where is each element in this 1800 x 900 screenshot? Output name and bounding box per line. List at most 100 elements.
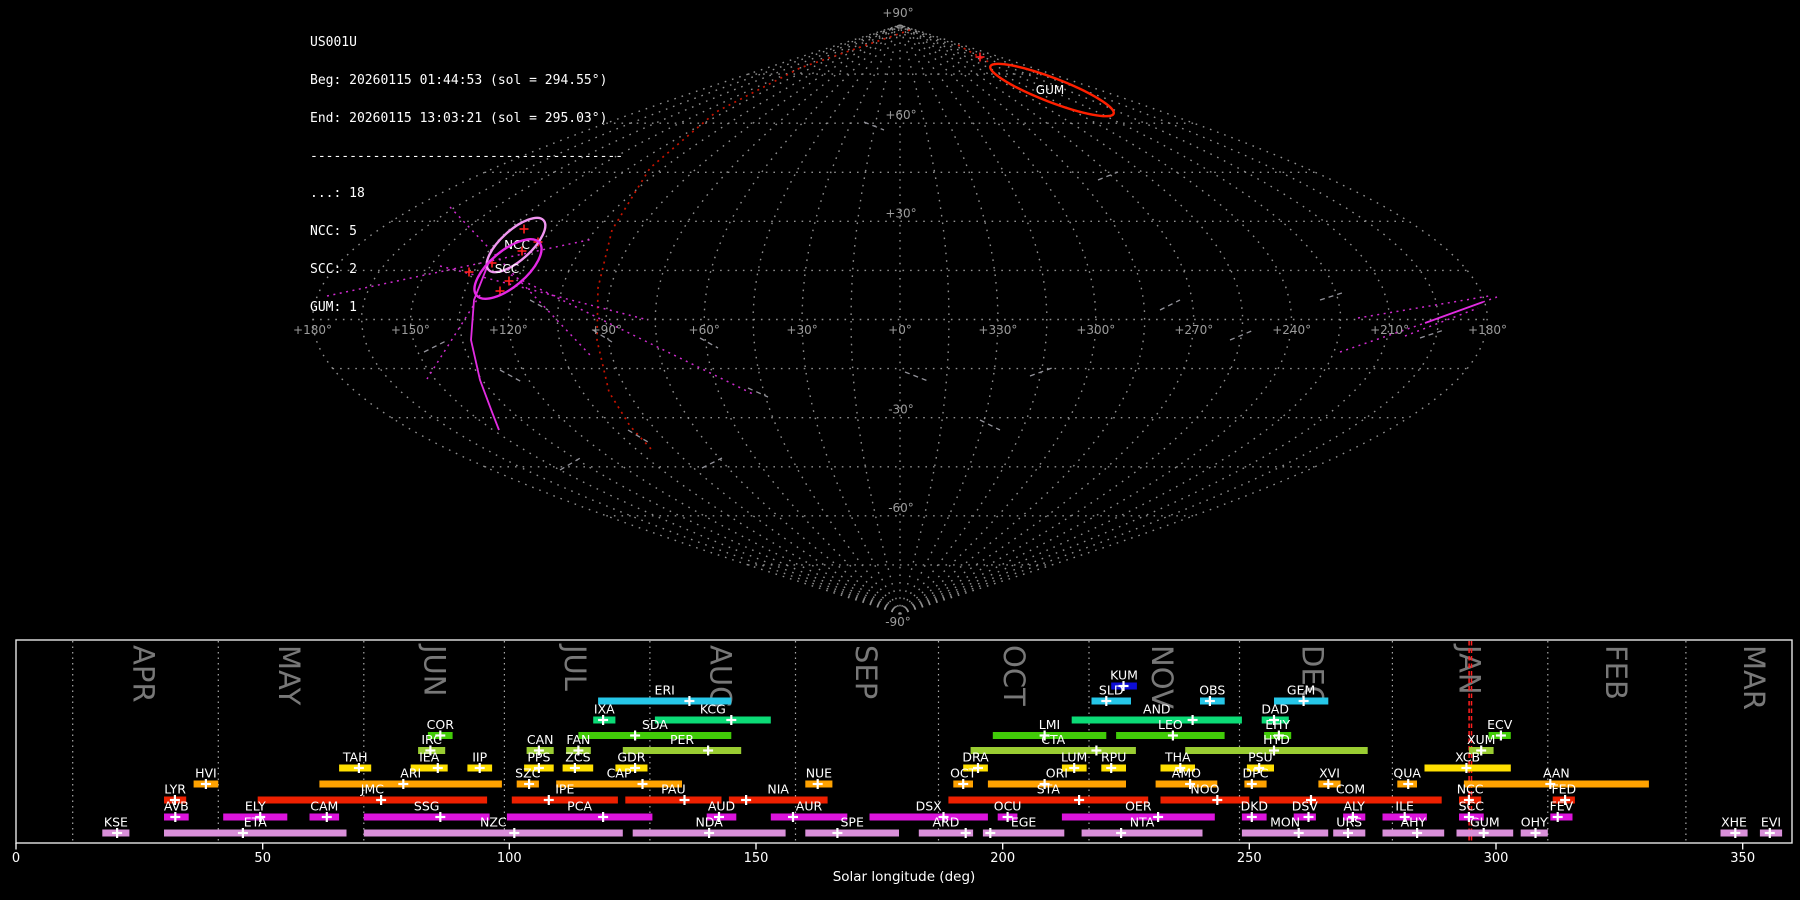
shower-code-label: XCB <box>1455 750 1480 765</box>
shower-bar-dsx <box>869 813 988 821</box>
shower-code-label: IRC <box>421 732 442 747</box>
latitude-label: +30° <box>885 206 916 220</box>
shower-bar-and <box>1071 716 1242 724</box>
shower-code-label: JMC <box>360 782 384 797</box>
shower-code-label: AUD <box>708 799 735 814</box>
shower-code-label: NOO <box>1190 782 1219 797</box>
count-ncc: NCC: 5 <box>310 224 357 240</box>
shower-meteor-trail <box>1482 296 1498 303</box>
shower-code-label: LEO <box>1158 717 1183 732</box>
meridian-line <box>703 24 901 615</box>
shower-code-label: DSV <box>1292 799 1319 814</box>
month-label: APR <box>126 645 160 702</box>
sporadic-meteor-trail <box>1419 329 1445 339</box>
sporadic-meteor-trail <box>701 457 723 469</box>
shower-code-label: ORI <box>1046 766 1068 781</box>
month-label: MAY <box>272 645 306 706</box>
shower-code-label: COM <box>1336 782 1365 797</box>
shower-bar-ssg <box>363 813 490 821</box>
shower-bars: KUM ERI SLD OBS GEM IXA KCG AND DAD COR SDA LMI LEO E… <box>102 668 1783 838</box>
shower-code-label: PAU <box>661 782 685 797</box>
shower-code-label: THA <box>1164 750 1191 765</box>
station-id: US001U <box>310 35 357 51</box>
shower-code-label: LYR <box>164 782 186 797</box>
count-scc: SCC: 2 <box>310 261 357 277</box>
count-gum: GUM: 1 <box>310 299 357 315</box>
meteor-radiant-report: { "header": { "lines": [ "US001U", "Beg:… <box>0 0 1800 900</box>
pole-label-south: -90° <box>885 615 911 629</box>
shower-code-label: KCG <box>700 702 726 717</box>
shower-code-label: PER <box>670 732 694 747</box>
shower-code-label: ETA <box>244 815 268 830</box>
shower-code-label: EHY <box>1265 717 1290 732</box>
shower-bar-kcg <box>654 716 771 724</box>
shower-code-label: OER <box>1125 799 1152 814</box>
shower-code-label: XUM <box>1467 732 1496 747</box>
longitude-label: +180° <box>1468 323 1507 337</box>
shower-code-label: ZCS <box>565 750 590 765</box>
shower-code-label: IIP <box>472 750 487 765</box>
shower-code-label: SPE <box>841 815 864 830</box>
shower-code-label: AND <box>1143 702 1171 717</box>
meridian-line <box>899 24 1342 615</box>
end-time: End: 20260115 13:03:21 (sol = 295.03°) <box>310 110 608 126</box>
observation-header: US001U Beg: 20260115 01:44:53 (sol = 294… <box>310 12 623 327</box>
shower-code-label: SDA <box>642 717 668 732</box>
shower-code-label: FAN <box>566 732 590 747</box>
shower-bar-sda <box>578 732 732 739</box>
shower-code-label: OHY <box>1521 815 1548 830</box>
x-axis-tick-label: 300 <box>1484 851 1509 866</box>
meridian-line <box>899 24 1439 615</box>
month-label: OCT <box>997 645 1031 706</box>
shower-code-label: ELY <box>245 799 266 814</box>
shower-code-label: OCT <box>950 766 977 781</box>
shower-code-label: NZC <box>480 815 507 830</box>
latitude-label: -30° <box>888 403 914 417</box>
shower-code-label: AUR <box>796 799 823 814</box>
x-axis-title: Solar longitude (deg) <box>833 869 976 885</box>
radiant-label: GUM <box>1036 83 1064 97</box>
shower-code-label: ECV <box>1487 717 1513 732</box>
shower-code-label: NUE <box>806 766 832 781</box>
shower-code-label: DKD <box>1241 799 1268 814</box>
shower-code-label: SCC <box>1459 799 1485 814</box>
shower-code-label: EVI <box>1761 815 1781 830</box>
shower-code-label: SSG <box>414 799 440 814</box>
shower-code-label: XHE <box>1721 815 1747 830</box>
shower-code-label: NTA <box>1130 815 1155 830</box>
shower-code-label: LUM <box>1061 750 1087 765</box>
shower-code-label: AVB <box>164 799 189 814</box>
shower-code-label: CAP <box>607 766 632 781</box>
month-label: MAR <box>1737 645 1771 710</box>
shower-code-label: DAD <box>1261 702 1289 717</box>
shower-code-label: KSE <box>104 815 128 830</box>
x-axis-tick-label: 250 <box>1237 851 1262 866</box>
shower-bar-spe <box>805 829 899 837</box>
begin-time: Beg: 20260115 01:44:53 (sol = 294.55°) <box>310 72 608 88</box>
longitude-label: +0° <box>888 323 912 337</box>
longitude-label: +330° <box>978 323 1017 337</box>
sporadic-meteor-trail <box>904 371 929 382</box>
x-axis-tick-label: 150 <box>744 851 769 866</box>
month-label: JUN <box>417 643 451 696</box>
shower-code-label: AHY <box>1401 815 1427 830</box>
shower-code-label: SZC <box>515 766 540 781</box>
shower-bar-nzc <box>363 829 623 837</box>
sporadic-meteor-trail <box>627 429 649 443</box>
shower-code-label: NDA <box>695 815 723 830</box>
sporadic-meteor-trail <box>499 369 523 383</box>
sky-map-and-activity-chart: GUMNCCSCC+90°-90°+60°+30°-30°-60°+180° +1… <box>12 6 1793 885</box>
shower-bar-nta <box>1081 829 1203 837</box>
shower-code-label: ALY <box>1343 799 1365 814</box>
ecliptic-dotted-line <box>596 29 911 451</box>
shower-code-label: DPC <box>1243 766 1269 781</box>
shower-code-label: AMO <box>1172 766 1201 781</box>
shower-bar-noo <box>1160 796 1250 804</box>
shower-code-label: HVI <box>195 766 217 781</box>
shower-code-label: IXA <box>594 702 615 717</box>
latitude-label: -60° <box>888 501 914 515</box>
shower-bar-aur <box>770 813 848 821</box>
x-axis-tick-label: 350 <box>1730 851 1755 866</box>
shower-code-label: URS <box>1336 815 1362 830</box>
shower-code-label: COR <box>427 717 455 732</box>
